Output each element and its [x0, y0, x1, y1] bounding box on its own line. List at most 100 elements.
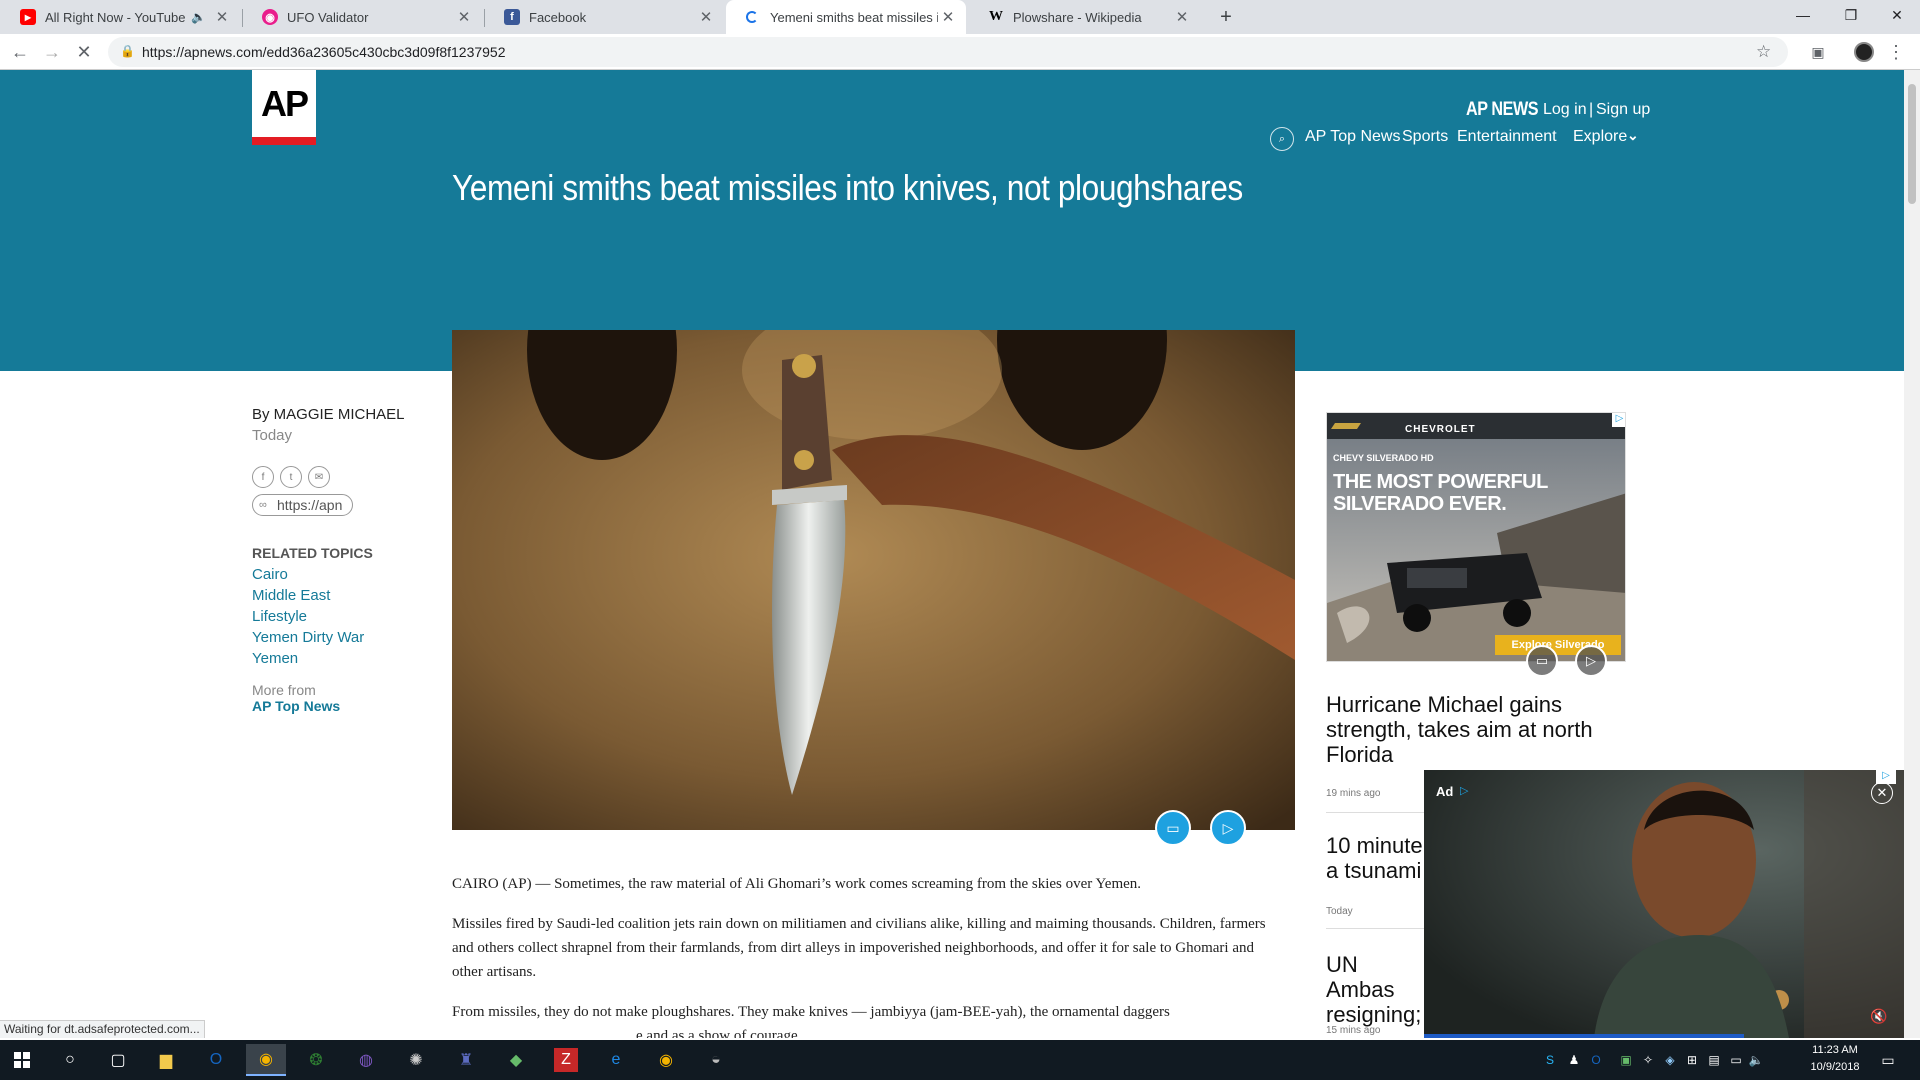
topic-link[interactable]: Cairo [252, 566, 288, 583]
app-icon[interactable]: ◒ [696, 1044, 736, 1076]
new-tab-button[interactable]: + [1214, 5, 1238, 29]
close-window-icon[interactable]: ✕ [1874, 0, 1920, 30]
tray-icon[interactable]: ♟ [1566, 1052, 1582, 1068]
task-view-icon[interactable]: ▢ [98, 1044, 138, 1076]
tray-icon[interactable]: ▤ [1706, 1052, 1722, 1068]
play-video-icon[interactable]: ▷ [1575, 645, 1607, 677]
tray-icon[interactable]: ⊞ [1684, 1052, 1700, 1068]
close-tab-icon[interactable]: ✕ [212, 8, 232, 26]
chevron-down-icon[interactable]: ⌄ [1627, 127, 1639, 144]
volume-icon[interactable]: 🔈 [1748, 1052, 1764, 1068]
search-icon[interactable]: ⌕ [1270, 127, 1294, 151]
tray-icon[interactable]: ◈ [1662, 1052, 1678, 1068]
email-share-icon[interactable]: ✉ [308, 466, 330, 488]
ap-news-brand[interactable]: AP NEWS [1466, 99, 1539, 121]
related-topics-heading: RELATED TOPICS [252, 545, 373, 561]
stop-loading-icon[interactable]: ✕ [72, 40, 96, 64]
app-icon[interactable]: ♜ [446, 1044, 486, 1076]
windows-start-icon[interactable] [2, 1044, 42, 1076]
avatar[interactable] [1852, 40, 1876, 64]
tab-title: Facebook [529, 9, 587, 25]
article-paragraph: Missiles fired by Saudi-led coalition je… [452, 916, 1266, 980]
tray-icon[interactable]: ✧ [1640, 1052, 1656, 1068]
scrollbar-thumb[interactable] [1908, 84, 1916, 204]
tab-wikipedia[interactable]: W Plowshare - Wikipedia ✕ [968, 0, 1200, 34]
topic-link[interactable]: Lifestyle [252, 608, 307, 625]
more-from-link[interactable]: AP Top News [252, 698, 340, 714]
adchoices-icon[interactable]: ▷ [1612, 413, 1625, 427]
back-icon[interactable]: ← [8, 40, 32, 64]
chrome-icon[interactable]: ◉ [246, 1044, 286, 1076]
outlook-icon[interactable]: O [196, 1044, 236, 1076]
gallery-icon[interactable]: ▭ [1526, 645, 1558, 677]
forward-icon[interactable]: → [40, 40, 64, 64]
restore-icon[interactable]: ❐ [1828, 0, 1874, 30]
lock-icon: 🔒 [120, 44, 135, 58]
network-icon[interactable]: ▭ [1728, 1052, 1744, 1068]
app-icon[interactable]: ◍ [346, 1044, 386, 1076]
share-url-field[interactable]: ∞ https://apn [252, 494, 353, 516]
url-text[interactable]: https://apnews.com/edd36a23605c430cbc3d0… [142, 44, 506, 60]
twitter-share-icon[interactable]: t [280, 466, 302, 488]
rail-story-headline[interactable]: 10 minute a tsunami [1326, 833, 1426, 883]
facebook-share-icon[interactable]: f [252, 466, 274, 488]
clock-time[interactable]: 11:23 AM [1800, 1044, 1870, 1056]
skype-icon[interactable]: S [1542, 1052, 1558, 1068]
speaker-muted-icon[interactable]: 🔈 [191, 10, 206, 24]
nav-entertainment[interactable]: Entertainment [1457, 128, 1557, 146]
more-from-label: More from [252, 682, 316, 698]
internet-explorer-icon[interactable]: e [596, 1044, 636, 1076]
wikipedia-icon: W [989, 9, 1003, 24]
address-bar[interactable]: 🔒 https://apnews.com/edd36a23605c430cbc3… [108, 37, 1788, 67]
app-icon[interactable]: ✺ [396, 1044, 436, 1076]
clock-date[interactable]: 10/9/2018 [1800, 1061, 1870, 1073]
article-photo[interactable] [452, 330, 1295, 830]
bookmark-star-icon[interactable]: ☆ [1756, 42, 1771, 62]
close-tab-icon[interactable]: ✕ [696, 8, 716, 26]
extension-icon[interactable]: ▣ [1806, 40, 1830, 64]
notification-icon[interactable]: ▭ [1880, 1052, 1896, 1068]
topic-link[interactable]: Yemen Dirty War [252, 629, 364, 646]
topic-link[interactable]: Middle East [252, 587, 330, 604]
menu-kebab-icon[interactable]: ⋮ [1884, 40, 1908, 64]
tab-ufo-validator[interactable]: ◉ UFO Validator ✕ [242, 0, 482, 34]
rail-story-headline[interactable]: UN Ambas resigning; [1326, 952, 1426, 1027]
page-scrollbar[interactable] [1904, 70, 1920, 1038]
app-icon[interactable]: ❂ [296, 1044, 336, 1076]
tab-facebook[interactable]: f Facebook ✕ [484, 0, 724, 34]
topic-link[interactable]: Yemen [252, 650, 298, 667]
gallery-icon[interactable]: ▭ [1155, 810, 1191, 846]
floating-video-ad[interactable]: Ad ▷ ▷ ✕ 🔇 [1424, 770, 1904, 1038]
tab-title: All Right Now - YouTube [45, 9, 186, 25]
outlook-icon[interactable]: O [1588, 1052, 1604, 1068]
rail-story-time: Today [1326, 906, 1353, 917]
play-video-icon[interactable]: ▷ [1210, 810, 1246, 846]
article-headline: Yemeni smiths beat missiles into knives,… [452, 167, 1243, 208]
status-bubble: Waiting for dt.adsafeprotected.com... [0, 1020, 205, 1038]
mute-icon[interactable]: 🔇 [1870, 1008, 1887, 1025]
signup-link[interactable]: Sign up [1596, 101, 1650, 119]
adchoices-icon[interactable]: ▷ [1460, 784, 1468, 797]
chevrolet-ad[interactable]: CHEVROLET CHEVY SILVERADO HD THE MOST PO… [1326, 412, 1626, 662]
nav-ap-top-news[interactable]: AP Top News [1305, 128, 1400, 146]
app-icon[interactable]: ◆ [496, 1044, 536, 1076]
close-tab-icon[interactable]: ✕ [1172, 8, 1192, 26]
ap-logo[interactable]: AP [252, 70, 316, 145]
video-ad-label: Ad [1436, 784, 1454, 799]
chrome-icon[interactable]: ◉ [646, 1044, 686, 1076]
tab-ap-article[interactable]: Yemeni smiths beat missiles into ✕ [726, 0, 966, 34]
search-icon[interactable]: ○ [50, 1044, 90, 1076]
nav-explore[interactable]: Explore [1573, 128, 1627, 146]
login-link[interactable]: Log in [1543, 101, 1587, 119]
link-icon: ∞ [259, 499, 267, 511]
tray-icon[interactable]: ▣ [1618, 1052, 1634, 1068]
rail-story-headline[interactable]: Hurricane Michael gains strength, takes … [1326, 692, 1626, 767]
close-tab-icon[interactable]: ✕ [938, 8, 958, 26]
file-explorer-icon[interactable]: ▆ [146, 1044, 186, 1076]
filezilla-icon[interactable]: Z [554, 1048, 578, 1072]
minimize-icon[interactable]: — [1780, 0, 1826, 30]
close-ad-icon[interactable]: ✕ [1871, 782, 1893, 804]
tab-youtube[interactable]: ▶ All Right Now - YouTube 🔈 ✕ [0, 0, 240, 34]
nav-sports[interactable]: Sports [1402, 128, 1448, 146]
close-tab-icon[interactable]: ✕ [454, 8, 474, 26]
